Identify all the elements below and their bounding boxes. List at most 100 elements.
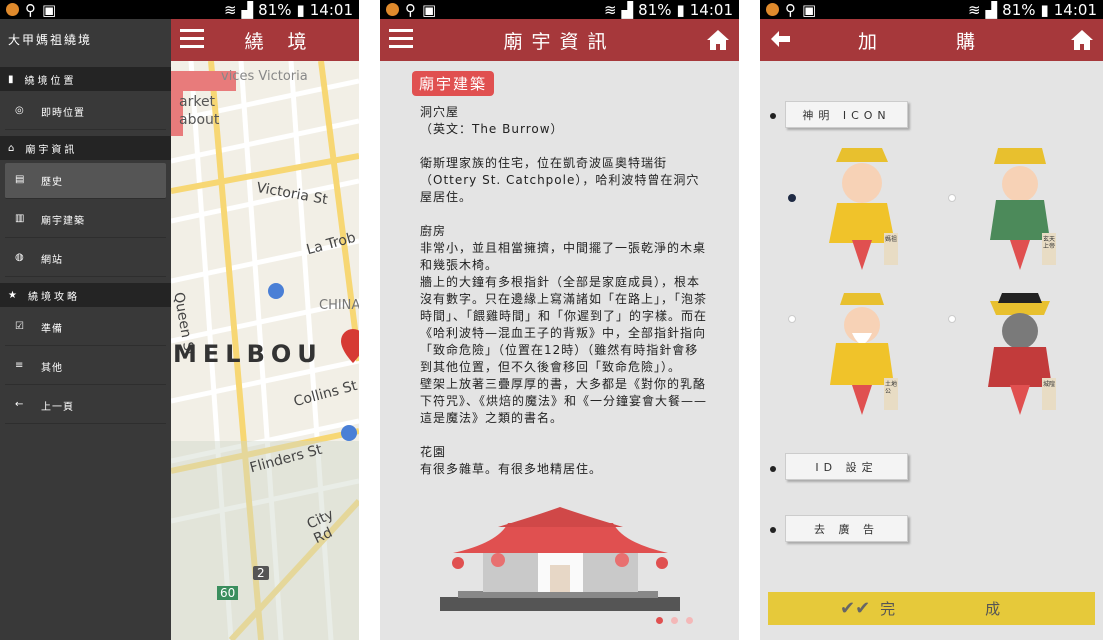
back-arrow-icon[interactable] (769, 29, 791, 49)
map-view[interactable]: vices Victoria arket about Victoria St L… (171, 61, 359, 640)
id-settings-button[interactable]: ID 設定 (785, 453, 908, 480)
drawer-menu-item[interactable]: ← 上一頁 (5, 388, 166, 424)
app-notification-icon (386, 3, 399, 16)
page-dot[interactable] (656, 617, 663, 624)
drawer-item-label: 廟宇建築 (41, 216, 85, 227)
status-bar: ⚲ ▣ ≋ ▟ 81% ▮ 14:01 (380, 0, 739, 19)
drawer-menu-item[interactable]: ☑ 準備 (5, 310, 166, 346)
drawer-item-label: 歷史 (41, 177, 63, 188)
battery-level: 81% (1002, 0, 1036, 19)
page-indicator (656, 617, 693, 624)
map-icon: ▮ (8, 73, 17, 85)
location-target-icon: ◎ (15, 104, 25, 116)
usb-icon: ⚲ (405, 0, 416, 19)
map-label: about (179, 112, 220, 128)
wifi-icon: ≋ (968, 0, 981, 19)
drawer-section-header: ▮ 繞境位置 (0, 67, 171, 91)
drawer-menu-item[interactable]: ≡ 其他 (5, 349, 166, 385)
clipboard-icon: ▤ (15, 173, 26, 185)
drawer-menu-item[interactable]: ◎ 即時位置 (5, 94, 166, 130)
god-figure-tudigong[interactable]: 土地公 (822, 293, 902, 418)
god-figure-xuantian[interactable]: 玄天上帝 (980, 148, 1060, 273)
drawer-item-label: 上一頁 (41, 402, 74, 413)
drawer-item-label: 廟宇資訊 (25, 144, 78, 156)
drawer-title: 大甲媽祖繞境 (8, 33, 93, 47)
drawer-item-label: 準備 (41, 324, 63, 335)
god-name-tag: 土地公 (885, 381, 898, 395)
app-bar: 廟宇資訊 (380, 19, 739, 61)
wifi-icon: ≋ (604, 0, 617, 19)
status-bar: ⚲ ▣ ≋ ▟ 81% ▮ 14:01 (760, 0, 1103, 19)
article-body: 洞穴屋 （英文：The Burrow） 衛斯理家族的住宅，位在凱奇波區奧特瑞街（… (420, 105, 708, 476)
app-bar: 加 購 (760, 19, 1103, 61)
xuantian-icon (990, 148, 1056, 270)
chenghuang-icon (988, 293, 1056, 415)
drawer-menu-item[interactable]: ▥ 廟宇建築 (5, 202, 166, 238)
menu-icon[interactable] (389, 29, 413, 49)
phone-purchase-screen: ⚲ ▣ ≋ ▟ 81% ▮ 14:01 加 購 神明 ICON 媽祖 玄天上帝 土地公 城… (760, 0, 1103, 640)
signal-icon: ▟ (985, 0, 998, 19)
tudigong-icon (830, 293, 898, 415)
app-bar: 繞 境 (171, 19, 359, 61)
done-button[interactable]: ✔✔ 完 成 (768, 592, 1095, 625)
home-icon[interactable] (706, 28, 730, 52)
drawer-item-label: 即時位置 (41, 108, 85, 119)
map-label: 2 (253, 566, 269, 580)
android-icon: ▣ (802, 0, 817, 19)
bullet (770, 113, 776, 119)
bullet (770, 527, 776, 533)
signal-icon: ▟ (621, 0, 634, 19)
phone-temple-info-screen: ⚲ ▣ ≋ ▟ 81% ▮ 14:01 廟宇資訊 廟宇建築 洞穴屋 （英文：The Bur… (380, 0, 739, 640)
god-icon-button[interactable]: 神明 ICON (785, 101, 908, 128)
map-label: 60 (217, 586, 239, 600)
globe-icon: ◍ (15, 251, 25, 263)
map-label: MELBOU (173, 340, 323, 368)
page-dot[interactable] (686, 617, 693, 624)
navigation-drawer: 大甲媽祖繞境 ▮ 繞境位置 ◎ 即時位置 ⌂ 廟宇資訊 ▤ 歷史 ▥ 廟宇建築 ◍ 網站 ★ 繞境攻略 ☑ 準… (0, 19, 171, 640)
god-radio-chenghuang[interactable] (948, 315, 956, 323)
drawer-menu-item[interactable]: ▤ 歷史 (5, 163, 166, 199)
battery-icon: ▮ (296, 0, 305, 19)
usb-icon: ⚲ (785, 0, 796, 19)
signal-icon: ▟ (241, 0, 254, 19)
drawer-section-header: ★ 繞境攻略 (0, 283, 171, 307)
clock: 14:01 (689, 0, 733, 19)
temple-icon: ⌂ (8, 142, 18, 154)
page-title: 繞 境 (244, 30, 316, 53)
wifi-icon: ≋ (224, 0, 237, 19)
god-radio-xuantian[interactable] (948, 194, 956, 202)
god-figure-mazu[interactable]: 媽祖 (822, 148, 902, 273)
god-name-tag: 城隍 (1043, 381, 1056, 388)
clock: 14:01 (1053, 0, 1097, 19)
battery-icon: ▮ (1040, 0, 1049, 19)
page-title: 廟宇資訊 (503, 30, 616, 53)
document-icon: ▥ (15, 212, 26, 224)
double-check-icon: ✔✔ (840, 598, 871, 619)
map-label: CHINA (319, 298, 359, 313)
remove-ads-button[interactable]: 去 廣 告 (785, 515, 908, 542)
battery-level: 81% (638, 0, 672, 19)
god-figure-chenghuang[interactable]: 城隍 (980, 293, 1060, 418)
map-label: arket (179, 94, 216, 110)
mazu-icon (829, 148, 898, 270)
home-icon[interactable] (1070, 28, 1094, 52)
clock: 14:01 (309, 0, 353, 19)
done-label: 完 成 (880, 600, 1001, 618)
category-tag: 廟宇建築 (412, 71, 495, 96)
drawer-menu-item[interactable]: ◍ 網站 (5, 241, 166, 277)
god-name-tag: 媽祖 (885, 236, 898, 243)
status-bar: ⚲ ▣ ≋ ▟ 81% ▮ 14:01 (0, 0, 359, 19)
arrow-left-icon: ← (15, 398, 25, 410)
drawer-item-label: 繞境位置 (24, 75, 77, 87)
god-radio-tudigong[interactable] (788, 315, 796, 323)
usb-icon: ⚲ (25, 0, 36, 19)
temple-illustration-icon (440, 507, 680, 611)
checklist-icon: ☑ (15, 320, 25, 332)
battery-level: 81% (258, 0, 292, 19)
page-dot[interactable] (671, 617, 678, 624)
drawer-item-label: 網站 (41, 255, 63, 266)
menu-icon[interactable] (180, 29, 204, 49)
drawer-menu: ▮ 繞境位置 ◎ 即時位置 ⌂ 廟宇資訊 ▤ 歷史 ▥ 廟宇建築 ◍ 網站 ★ 繞境攻略 ☑ 準備 ≡ 其他 ← 上一… (0, 67, 171, 424)
god-radio-mazu[interactable] (788, 194, 796, 202)
app-notification-icon (766, 3, 779, 16)
